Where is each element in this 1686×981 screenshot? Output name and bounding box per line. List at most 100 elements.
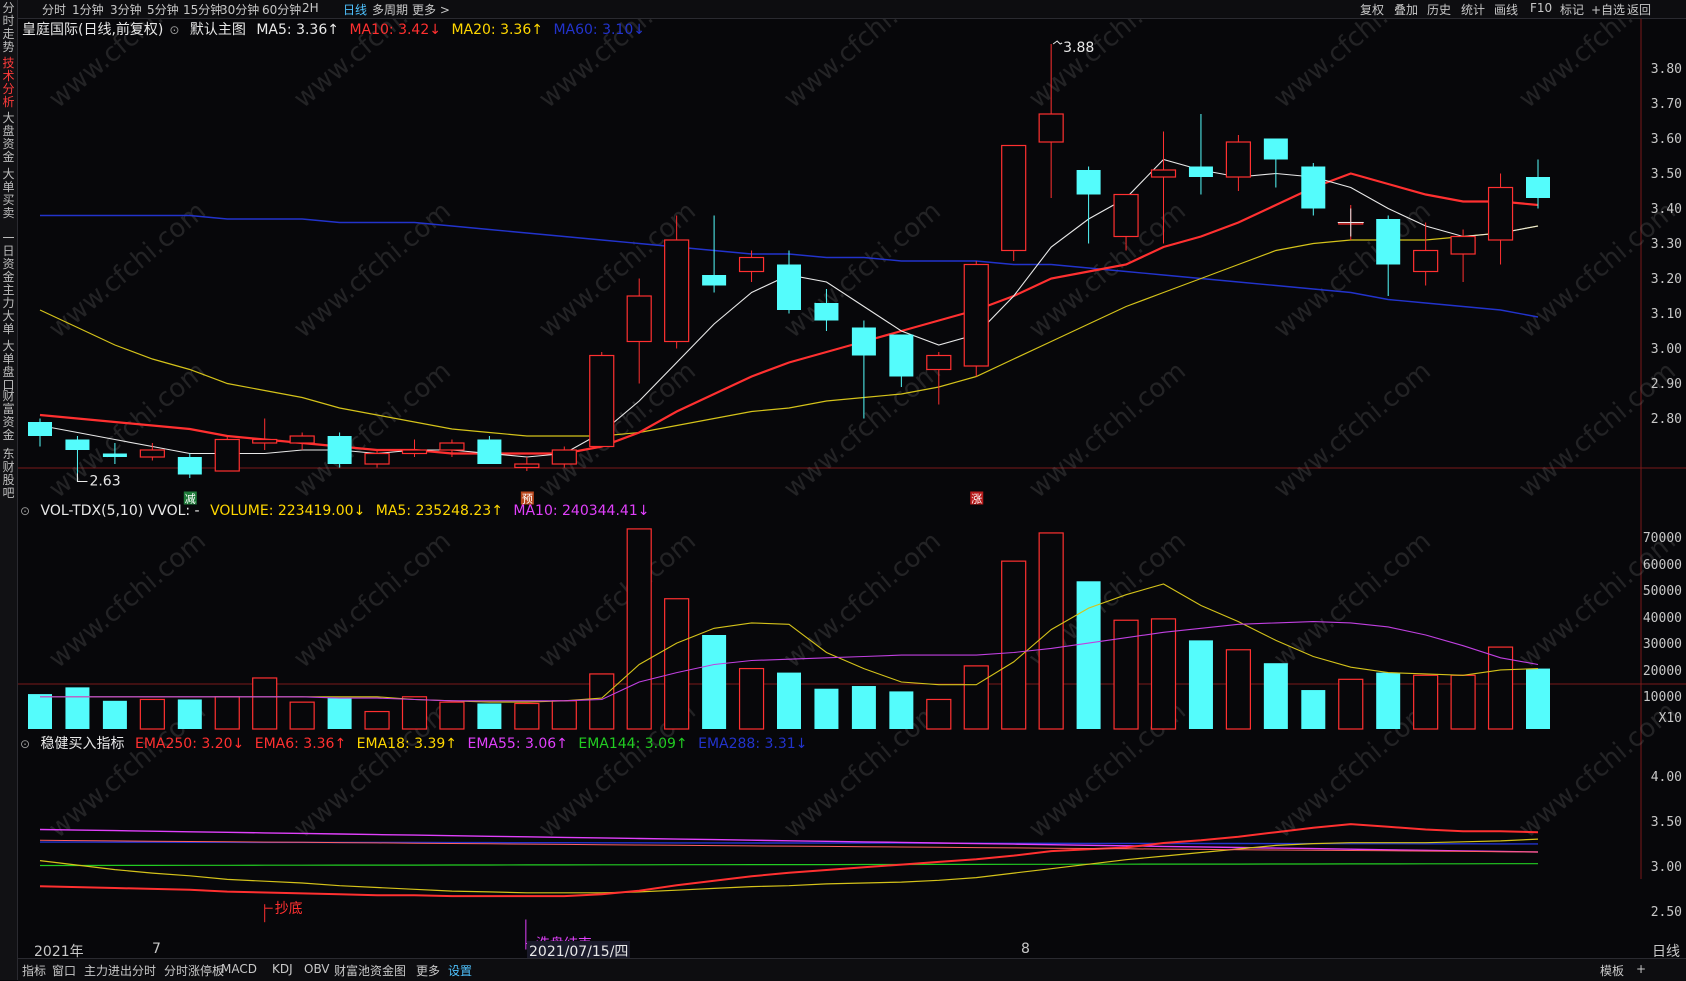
bottom-signal-label: 抄底 bbox=[275, 901, 303, 917]
bottom-tab-9[interactable]: 设置 bbox=[448, 962, 472, 979]
toolbar-button-8[interactable]: 返回 bbox=[1627, 1, 1651, 18]
volume-bar bbox=[28, 694, 52, 729]
ema144-legend: EMA144: 3.09↑ bbox=[578, 736, 688, 752]
bottom-tab-4[interactable]: MACD bbox=[221, 962, 257, 976]
period-tab-5[interactable]: 30分钟 bbox=[220, 1, 259, 18]
period-tab-1[interactable]: 1分钟 bbox=[72, 1, 104, 18]
bottom-tab-6[interactable]: OBV bbox=[304, 962, 330, 976]
price-tick: 3.20 bbox=[1650, 272, 1682, 287]
period-tab-0[interactable]: 分时 bbox=[42, 1, 66, 18]
period-tab-6[interactable]: 60分钟 bbox=[262, 1, 301, 18]
volume-bar bbox=[214, 696, 240, 730]
candle-body bbox=[177, 457, 202, 475]
watermark-text: www.cfchi.com bbox=[1268, 19, 1437, 114]
watermark-text: www.cfchi.com bbox=[288, 526, 457, 674]
indicator-title: 稳健买入指标 bbox=[40, 736, 125, 752]
ma60-legend: MA60: 3.10↓ bbox=[553, 22, 645, 38]
watermark-text: www.cfchi.com bbox=[1513, 526, 1682, 674]
period-tab-7[interactable]: 2H bbox=[302, 1, 319, 15]
volume-tick: 20000 bbox=[1642, 663, 1682, 679]
ema144-line bbox=[40, 863, 1538, 867]
period-tab-4[interactable]: 15分钟 bbox=[183, 1, 222, 18]
volume-bar bbox=[1076, 581, 1101, 729]
volume-bar bbox=[477, 703, 502, 729]
candle-body bbox=[1188, 166, 1213, 177]
left-tab-7[interactable]: 财富资金 bbox=[0, 390, 17, 442]
price-tick: 3.80 bbox=[1650, 62, 1682, 77]
left-tab-5[interactable]: 主力大单 bbox=[0, 284, 17, 336]
template-name[interactable]: 默认主图 bbox=[190, 22, 246, 38]
candlestick bbox=[401, 439, 428, 457]
volume-bar bbox=[777, 672, 801, 729]
volume-bar bbox=[626, 528, 652, 730]
period-tab-2[interactable]: 3分钟 bbox=[110, 1, 142, 18]
volume-bar bbox=[1263, 663, 1288, 729]
candle-body bbox=[65, 439, 90, 450]
toolbar-button-7[interactable]: +自选 bbox=[1591, 1, 1625, 18]
watermark-text: www.cfchi.com bbox=[778, 356, 947, 504]
price-tick: 3.50 bbox=[1650, 167, 1682, 182]
main-legend: 皇庭国际(日线,前复权) ⊙ 默认主图 MA5: 3.36↑ MA10: 3.42… bbox=[22, 19, 651, 39]
left-tab-8[interactable]: 东财股吧 bbox=[0, 448, 17, 500]
volume-bar bbox=[139, 698, 165, 730]
left-tab-6[interactable]: 大单盘口 bbox=[0, 340, 17, 392]
left-tab-0[interactable]: 分时走势 bbox=[0, 2, 17, 54]
volume-value: VOLUME: 223419.00↓ bbox=[210, 503, 366, 519]
settings-icon[interactable]: ⊙ bbox=[169, 23, 179, 37]
volume-bar bbox=[1188, 640, 1213, 729]
candlestick bbox=[327, 432, 352, 468]
toolbar-button-4[interactable]: 画线 bbox=[1494, 1, 1518, 18]
candlestick bbox=[738, 250, 765, 282]
period-tab-3[interactable]: 5分钟 bbox=[147, 1, 179, 18]
volume-bar bbox=[926, 698, 952, 730]
toolbar-button-1[interactable]: 叠加 bbox=[1394, 1, 1418, 18]
indicator-tick: 3.00 bbox=[1650, 860, 1682, 875]
bottom-tab-8[interactable]: 更多 bbox=[416, 962, 440, 979]
toolbar-button-6[interactable]: 标记 bbox=[1560, 1, 1584, 18]
template-button[interactable]: 模板 bbox=[1600, 962, 1624, 979]
toolbar-button-2[interactable]: 历史 bbox=[1427, 1, 1451, 18]
volume-bar bbox=[551, 700, 577, 730]
candlestick bbox=[1188, 114, 1213, 195]
period-tab-10[interactable]: 更多 > bbox=[412, 1, 450, 18]
candle-body bbox=[139, 449, 165, 458]
left-tab-1[interactable]: 技术分析 bbox=[0, 57, 17, 109]
left-tab-2[interactable]: 大盘资金 bbox=[0, 112, 17, 164]
bottom-tab-3[interactable]: 分时涨停板 bbox=[164, 962, 224, 979]
period-tab-9[interactable]: 多周期 bbox=[372, 1, 408, 18]
price-tick: 3.30 bbox=[1650, 237, 1682, 252]
toolbar-button-3[interactable]: 统计 bbox=[1461, 1, 1485, 18]
settings-icon[interactable]: ⊙ bbox=[20, 504, 30, 518]
volume-bar bbox=[1413, 674, 1439, 730]
chart-canvas[interactable]: www.cfchi.com www.cfchi.com www.cfchi.com w… bbox=[18, 19, 1686, 958]
left-tab-3[interactable]: 大单买卖 bbox=[0, 168, 17, 220]
settings-icon[interactable]: ⊙ bbox=[20, 737, 30, 751]
bottom-tab-0[interactable]: 指标 bbox=[22, 962, 46, 979]
period-tab-8[interactable]: 日线 bbox=[343, 1, 367, 18]
volume-bar bbox=[514, 702, 540, 730]
volume-bar bbox=[65, 687, 90, 729]
volume-tick: 60000 bbox=[1642, 557, 1682, 573]
toolbar-button-0[interactable]: 复权 bbox=[1360, 1, 1384, 18]
candlestick bbox=[963, 261, 989, 377]
bottom-tab-5[interactable]: KDJ bbox=[272, 962, 293, 976]
volume-title: VOL-TDX(5,10) VVOL: - bbox=[40, 503, 200, 519]
bottom-tab-7[interactable]: 财富池资金图 bbox=[334, 962, 406, 979]
toolbar-button-5[interactable]: F10 bbox=[1530, 1, 1552, 15]
volume-bar bbox=[1526, 668, 1550, 729]
left-tab-4[interactable]: 一日资金 bbox=[0, 232, 17, 284]
bottom-tab-1[interactable]: 窗口 bbox=[52, 962, 76, 979]
candlestick bbox=[1001, 144, 1027, 261]
candle-body bbox=[1487, 186, 1514, 241]
candle-body bbox=[1150, 169, 1177, 178]
low-price-label: 2.63 bbox=[89, 474, 120, 490]
indicator-tick: 3.50 bbox=[1650, 815, 1682, 830]
high-marker bbox=[1052, 40, 1063, 45]
candlestick bbox=[589, 352, 615, 448]
candle-body bbox=[963, 263, 989, 367]
bottom-tab-2[interactable]: 主力进出分时 bbox=[84, 962, 156, 979]
indicator-legend: ⊙ 稳健买入指标 EMA250: 3.20↓ EMA6: 3.36↑ EMA18… bbox=[20, 733, 813, 753]
add-button[interactable]: + bbox=[1636, 962, 1646, 976]
candlestick bbox=[551, 446, 577, 468]
volume-bar bbox=[589, 673, 615, 730]
